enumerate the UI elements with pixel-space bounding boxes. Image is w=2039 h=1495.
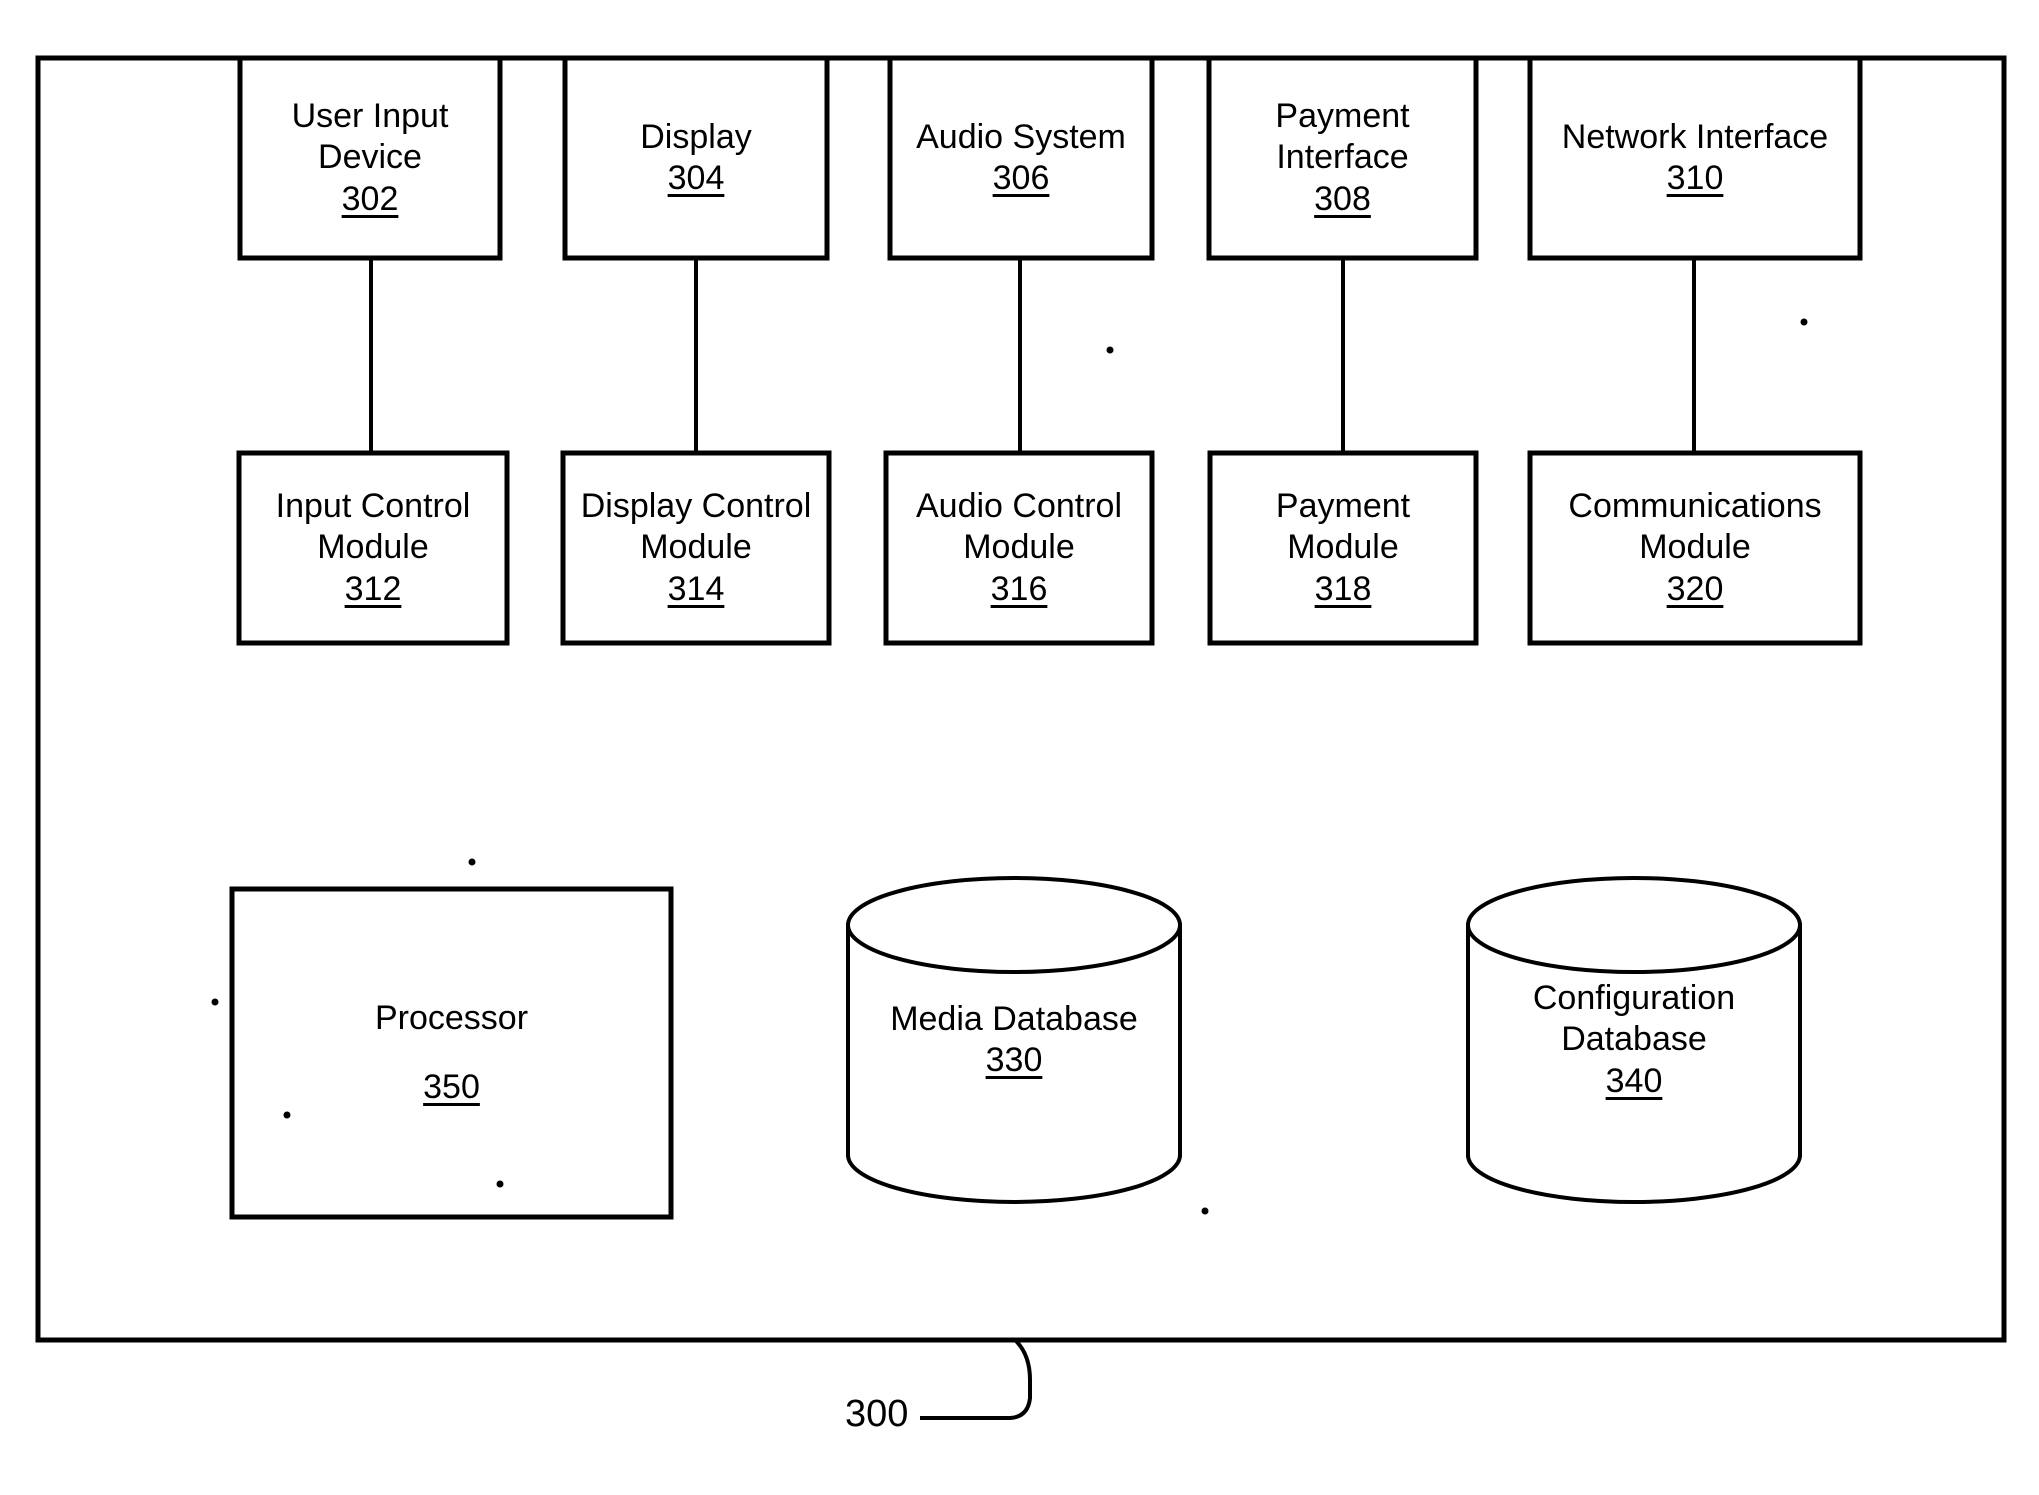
payment-interface-line-1: Payment: [1275, 97, 1410, 136]
media-database-ref: 330: [985, 1041, 1043, 1079]
communications-line-2: Module: [1639, 528, 1751, 567]
processor-ref: 350: [423, 1068, 480, 1106]
user-input-device-line-2: Device: [318, 138, 422, 177]
label-processor: Processor 350: [232, 889, 671, 1217]
label-network-interface: Network Interface 310: [1530, 58, 1860, 258]
display-control-line-1: Display Control: [580, 487, 812, 526]
label-display-control-module: Display Control Module 314: [563, 453, 829, 643]
label-media-database: Media Database 330: [848, 960, 1180, 1120]
communications-line-1: Communications: [1568, 487, 1822, 526]
label-audio-system: Audio System 306: [890, 58, 1152, 258]
configuration-database-bottom-arc: [1465, 1152, 1803, 1204]
configuration-database-line-1: Configuration: [1532, 979, 1736, 1018]
figure-reference-numeral: 300: [845, 1393, 909, 1435]
audio-system-ref: 306: [992, 159, 1050, 197]
display-control-line-2: Module: [640, 528, 752, 567]
input-control-ref: 312: [344, 569, 402, 608]
label-configuration-database: Configuration Database 340: [1468, 955, 1800, 1125]
label-display: Display 304: [565, 58, 827, 258]
label-audio-control-module: Audio Control Module 316: [886, 453, 1152, 643]
display-ref: 304: [667, 159, 725, 197]
media-database-top-ellipse: [846, 876, 1182, 974]
media-database-bottom-arc: [845, 1152, 1183, 1204]
payment-module-ref: 318: [1314, 569, 1372, 608]
figure-ref-leader-line: [920, 1338, 1032, 1420]
audio-control-line-1: Audio Control: [915, 487, 1122, 526]
input-control-line-1: Input Control: [275, 487, 471, 526]
configuration-database-ref: 340: [1605, 1061, 1663, 1100]
payment-module-line-2: Module: [1287, 528, 1399, 567]
configuration-database-line-2: Database: [1561, 1020, 1707, 1059]
payment-module-line-1: Payment: [1275, 487, 1411, 526]
input-control-line-2: Module: [317, 528, 429, 567]
label-payment-interface: Payment Interface 308: [1209, 58, 1476, 258]
payment-interface-ref: 308: [1314, 179, 1371, 218]
communications-ref: 320: [1666, 569, 1724, 608]
figure-page: User Input Device 302 Display 304 Audio …: [0, 0, 2039, 1495]
audio-control-line-2: Module: [963, 528, 1075, 567]
processor-line-1: Processor: [374, 998, 529, 1037]
display-line-1: Display: [640, 117, 752, 156]
user-input-device-line-1: User Input: [291, 97, 449, 136]
label-communications-module: Communications Module 320: [1530, 453, 1860, 643]
display-control-ref: 314: [667, 569, 725, 608]
media-database-line-1: Media Database: [890, 999, 1138, 1038]
audio-control-ref: 316: [990, 569, 1048, 608]
label-user-input-device: User Input Device 302: [240, 58, 500, 258]
label-input-control-module: Input Control Module 312: [239, 453, 507, 643]
network-interface-line-1: Network Interface: [1561, 117, 1829, 156]
user-input-device-ref: 302: [341, 179, 399, 218]
payment-interface-line-2: Interface: [1276, 138, 1409, 177]
audio-system-line-1: Audio System: [916, 117, 1126, 156]
network-interface-ref: 310: [1666, 159, 1724, 197]
label-payment-module: Payment Module 318: [1210, 453, 1476, 643]
